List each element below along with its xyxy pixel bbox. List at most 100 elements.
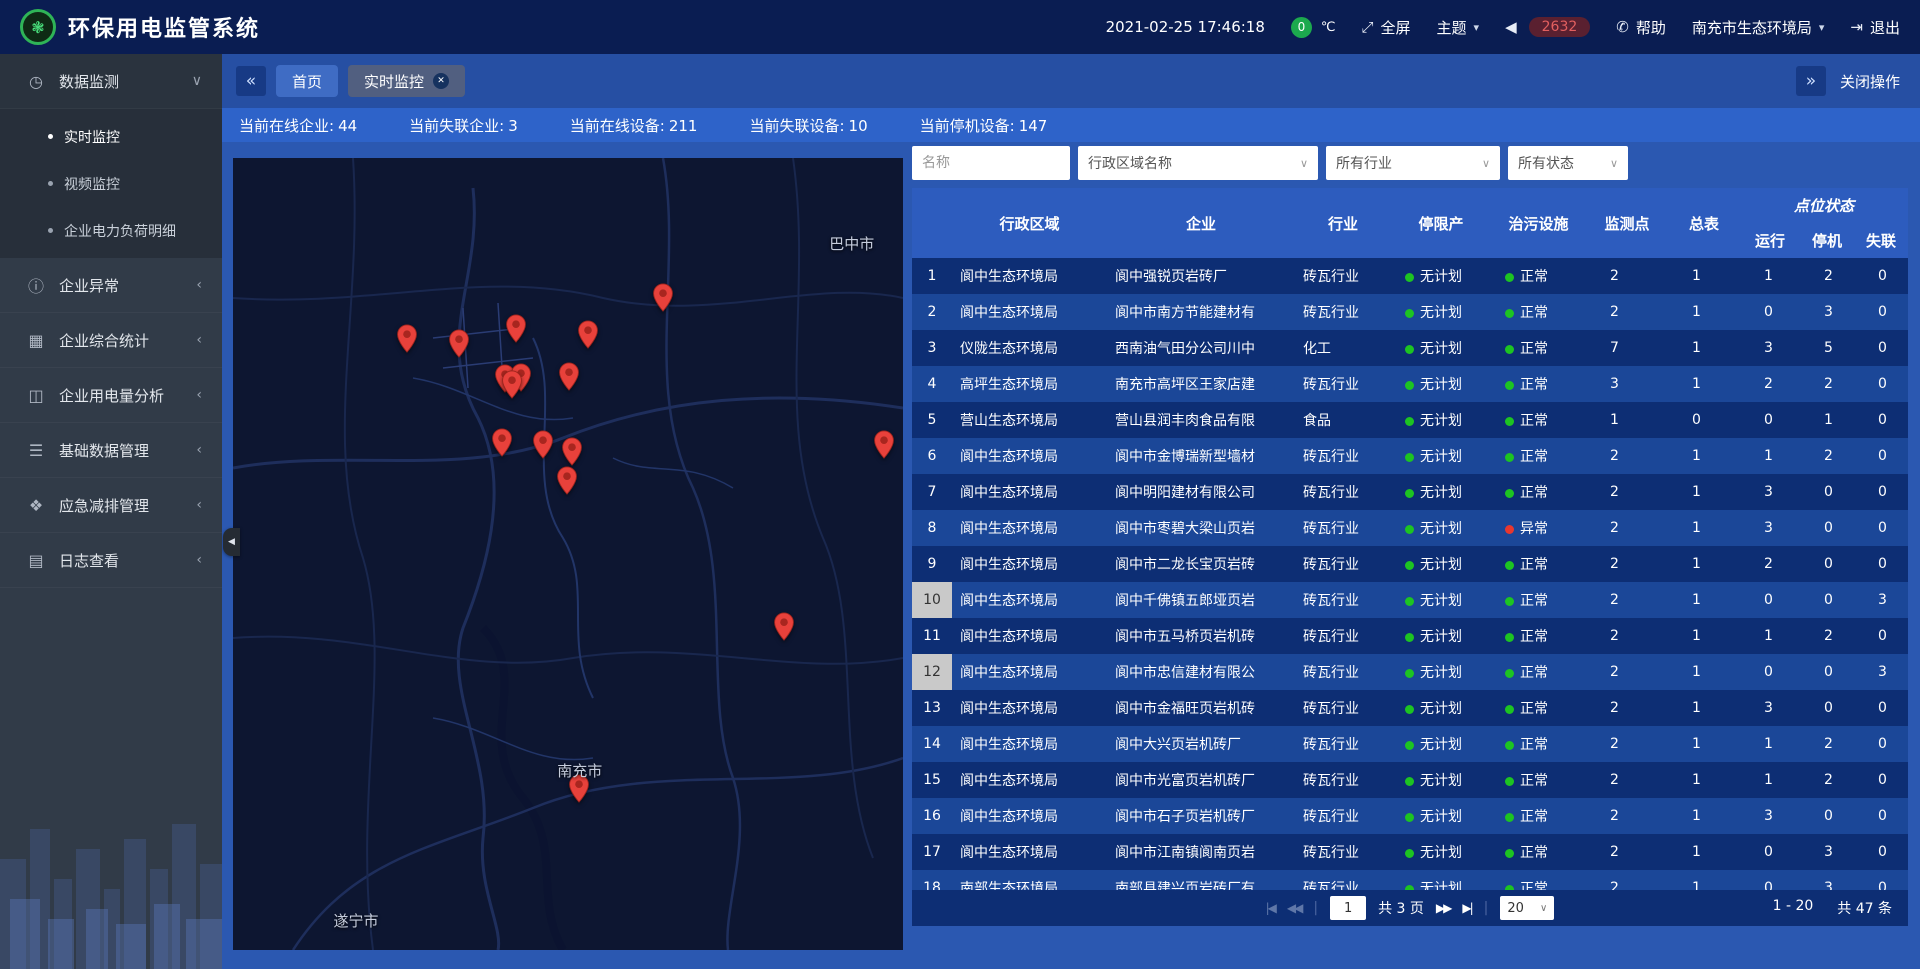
cell-monitor-points: 7: [1586, 330, 1668, 366]
user-dropdown[interactable]: 南充市生态环境局 ▾: [1692, 17, 1825, 38]
map-pin-icon[interactable]: [652, 283, 674, 312]
table-row[interactable]: 4高坪生态环境局南充市高坪区王家店建砖瓦行业无计划正常31220: [912, 366, 1908, 402]
tab-realtime-monitor[interactable]: 实时监控 ✕: [348, 65, 465, 97]
table-row[interactable]: 9阆中生态环境局阆中市二龙长宝页岩砖砖瓦行业无计划正常21200: [912, 546, 1908, 582]
row-index: 1: [912, 258, 952, 294]
map-pin-icon[interactable]: [577, 320, 599, 349]
bullet-icon: [48, 134, 53, 139]
cell-stopped: 0: [1800, 510, 1854, 546]
sidebar-group-label: 应急减排管理: [59, 495, 196, 516]
sidebar-group-base-data[interactable]: ☰基础数据管理‹: [0, 423, 222, 478]
fullscreen-button[interactable]: ⤢ 全屏: [1362, 17, 1411, 38]
cell-company: 阆中明阳建材有限公司: [1107, 474, 1295, 510]
map-pin-icon[interactable]: [561, 437, 583, 466]
sidebar-group-log-view[interactable]: ▤日志查看‹: [0, 533, 222, 588]
cell-pollution-facility: 正常: [1491, 618, 1586, 654]
map-pin-icon[interactable]: [448, 329, 470, 358]
table-row[interactable]: 6阆中生态环境局阆中市金博瑞新型墙材砖瓦行业无计划正常21120: [912, 438, 1908, 474]
cell-industry: 砖瓦行业: [1295, 834, 1391, 870]
chevron-down-icon: ∨: [1540, 903, 1547, 914]
table-row[interactable]: 14阆中生态环境局阆中大兴页岩机砖厂砖瓦行业无计划正常21120: [912, 726, 1908, 762]
table-row[interactable]: 2阆中生态环境局阆中市南方节能建材有砖瓦行业无计划正常21030: [912, 294, 1908, 330]
cell-total-meters: 1: [1668, 726, 1740, 762]
map-pin-icon[interactable]: [396, 324, 418, 353]
prev-page-button[interactable]: ◀◀: [1287, 901, 1301, 915]
panel-collapse-button[interactable]: ◀: [223, 528, 240, 556]
table-row[interactable]: 16阆中生态环境局阆中市石子页岩机砖厂砖瓦行业无计划正常21300: [912, 798, 1908, 834]
map-pin-icon[interactable]: [532, 430, 554, 459]
name-search-input[interactable]: [912, 146, 1070, 180]
table-row[interactable]: 11阆中生态环境局阆中市五马桥页岩机砖砖瓦行业无计划正常21120: [912, 618, 1908, 654]
table-row[interactable]: 15阆中生态环境局阆中市光富页岩机砖厂砖瓦行业无计划正常21120: [912, 762, 1908, 798]
chevron-down-icon: ▾: [1819, 21, 1825, 34]
first-page-button[interactable]: |◀: [1266, 901, 1275, 915]
map-pin-icon[interactable]: [505, 314, 527, 343]
map-pin-icon[interactable]: [558, 362, 580, 391]
cell-region: 阆中生态环境局: [952, 618, 1107, 654]
sidebar-item-realtime-monitor[interactable]: 实时监控: [0, 113, 222, 160]
page-number-input[interactable]: [1330, 896, 1366, 920]
sidebar-item-video-monitor[interactable]: 视频监控: [0, 160, 222, 207]
page-size-select[interactable]: 20 ∨: [1500, 896, 1554, 920]
cell-region: 阆中生态环境局: [952, 258, 1107, 294]
cell-pollution-facility: 正常: [1491, 834, 1586, 870]
cell-monitor-points: 2: [1586, 762, 1668, 798]
col-industry: 行业: [1295, 188, 1391, 258]
status-dot-icon: [1505, 597, 1514, 606]
stat-online-enterprises: 当前在线企业:44: [239, 115, 357, 136]
table-row[interactable]: 17阆中生态环境局阆中市江南镇阆南页岩砖瓦行业无计划正常21030: [912, 834, 1908, 870]
cell-offline: 0: [1854, 474, 1908, 510]
industry-filter-select[interactable]: 所有行业 ∨: [1326, 146, 1500, 180]
logout-button[interactable]: ⇥ 退出: [1850, 17, 1900, 38]
theme-dropdown[interactable]: 主题 ▾: [1437, 17, 1480, 38]
map-pin-layer: 巴中市南充市遂宁市: [233, 158, 903, 950]
table-row[interactable]: 3仪陇生态环境局西南油气田分公司川中化工无计划正常71350: [912, 330, 1908, 366]
region-filter-select[interactable]: 行政区域名称 ∨: [1078, 146, 1318, 180]
notice-count-badge[interactable]: 2632: [1529, 17, 1591, 37]
last-page-button[interactable]: ▶|: [1462, 901, 1471, 915]
cell-monitor-points: 2: [1586, 834, 1668, 870]
table-row[interactable]: 7阆中生态环境局阆中明阳建材有限公司砖瓦行业无计划正常21300: [912, 474, 1908, 510]
stat-online-devices: 当前在线设备:211: [570, 115, 698, 136]
status-dot-icon: [1505, 417, 1514, 426]
status-dot-icon: [1405, 849, 1414, 858]
table-row[interactable]: 12阆中生态环境局阆中市忠信建材有限公砖瓦行业无计划正常21003: [912, 654, 1908, 690]
map-city-label: 遂宁市: [334, 910, 379, 931]
map-pin-icon[interactable]: [556, 466, 578, 495]
table-row[interactable]: 1阆中生态环境局阆中强锐页岩砖厂砖瓦行业无计划正常21120: [912, 258, 1908, 294]
sidebar-group-enterprise-alert[interactable]: ⓘ企业异常‹: [0, 258, 222, 313]
tabs-scroll-right-button[interactable]: »: [1796, 66, 1826, 96]
chevron-down-icon: ▾: [1474, 21, 1480, 34]
table-row[interactable]: 8阆中生态环境局阆中市枣碧大梁山页岩砖瓦行业无计划异常21300: [912, 510, 1908, 546]
help-button[interactable]: ✆ 帮助: [1616, 17, 1666, 38]
map-pin-icon[interactable]: [873, 430, 895, 459]
sidebar-group-power-analysis[interactable]: ◫企业用电量分析‹: [0, 368, 222, 423]
map-pin-icon[interactable]: [501, 370, 523, 399]
cell-pollution-facility: 正常: [1491, 690, 1586, 726]
status-filter-select[interactable]: 所有状态 ∨: [1508, 146, 1628, 180]
cell-monitor-points: 3: [1586, 366, 1668, 402]
map-panel[interactable]: 巴中市南充市遂宁市: [233, 158, 903, 950]
table-row[interactable]: 18南部生态环境局南部县建兴页岩砖厂有砖瓦行业无计划正常21030: [912, 870, 1908, 890]
table-row[interactable]: 10阆中生态环境局阆中千佛镇五郎垭页岩砖瓦行业无计划正常21003: [912, 582, 1908, 618]
tab-close-icon[interactable]: ✕: [433, 73, 449, 89]
speaker-icon[interactable]: ◀: [1505, 18, 1517, 36]
sidebar-group-enterprise-stats[interactable]: ▦企业综合统计‹: [0, 313, 222, 368]
tabs-scroll-left-button[interactable]: «: [236, 66, 266, 96]
table-row[interactable]: 5营山生态环境局营山县润丰肉食品有限食品无计划正常10010: [912, 402, 1908, 438]
map-pin-icon[interactable]: [491, 428, 513, 457]
cell-total-meters: 1: [1668, 438, 1740, 474]
sidebar-item-power-load-detail[interactable]: 企业电力负荷明细: [0, 207, 222, 254]
table-row[interactable]: 13阆中生态环境局阆中市金福旺页岩机砖砖瓦行业无计划正常21300: [912, 690, 1908, 726]
sidebar-group-label: 日志查看: [59, 550, 196, 571]
next-page-button[interactable]: ▶▶: [1436, 901, 1450, 915]
sidebar-group-data-monitor[interactable]: ◷数据监测∨: [0, 54, 222, 109]
chevron-left-icon: ‹: [196, 277, 202, 293]
cell-limit-production: 无计划: [1391, 330, 1491, 366]
sidebar-group-emergency-reduction[interactable]: ❖应急减排管理‹: [0, 478, 222, 533]
cell-region: 阆中生态环境局: [952, 834, 1107, 870]
map-pin-icon[interactable]: [773, 612, 795, 641]
header-right: 2021-02-25 17:46:18 0 ℃ ⤢ 全屏 主题 ▾ ◀ 2632…: [1106, 17, 1900, 38]
tab-home[interactable]: 首页: [276, 65, 338, 97]
close-operations-button[interactable]: 关闭操作: [1840, 71, 1900, 92]
